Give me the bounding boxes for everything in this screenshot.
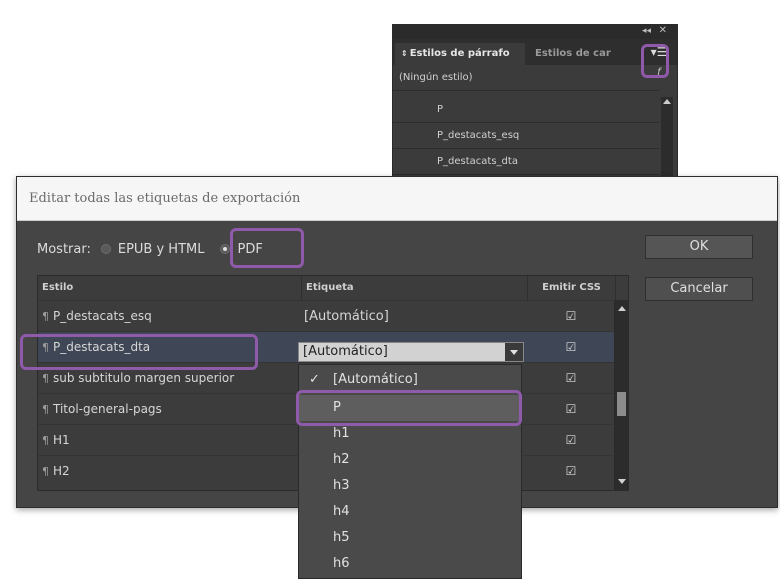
dropdown-option[interactable]: h5	[299, 525, 521, 551]
style-name: H1	[53, 433, 70, 447]
style-name: H2	[53, 464, 70, 478]
style-cell: ¶ H2	[38, 456, 70, 487]
tag-dropdown-menu: ✓ [Automático] P h1 h2 h3 h4 h5 h6	[298, 364, 522, 579]
close-icon[interactable]: ✕	[659, 25, 667, 36]
dropdown-option[interactable]: h2	[299, 447, 521, 473]
scroll-down-icon[interactable]	[618, 479, 626, 484]
style-name: P_destacats_esq	[53, 309, 152, 323]
panel-style-item[interactable]: P_destacats_dta	[393, 149, 659, 175]
dropdown-option-label: h3	[333, 478, 350, 493]
table-row[interactable]: ¶ P_destacats_esq [Automático] ☑	[38, 300, 616, 331]
column-header-style[interactable]: Estilo	[38, 276, 302, 300]
tag-cell[interactable]: [Automático]	[304, 301, 389, 332]
tab-sort-icon: ⇕	[401, 49, 408, 58]
style-name: P_destacats_dta	[53, 340, 151, 354]
panel-style-label: P_destacats_esq	[437, 130, 520, 141]
style-name: Titol-general-pags	[53, 402, 162, 416]
checkmark-icon: ✓	[309, 372, 320, 387]
cancel-button[interactable]: Cancelar	[645, 277, 753, 301]
show-label: Mostrar:	[37, 241, 91, 257]
style-cell: ¶ P_destacats_dta	[38, 332, 150, 363]
dialog-titlebar: Editar todas las etiquetas de exportació…	[17, 177, 777, 221]
panel-style-label: (Ningún estilo)	[399, 72, 473, 83]
scroll-up-icon[interactable]	[618, 306, 626, 311]
dropdown-option-label: h6	[333, 556, 350, 571]
style-name: sub subtitulo margen superior	[53, 371, 235, 385]
style-cell: ¶ H1	[38, 425, 70, 456]
dropdown-option-label: P	[333, 400, 341, 415]
paragraph-styles-panel: ◂◂ ✕ ⇕ Estilos de párrafo Estilos de car …	[392, 24, 678, 185]
paragraph-icon: ¶	[42, 465, 49, 478]
radio-epub-html[interactable]	[100, 244, 111, 254]
collapse-arrows-icon[interactable]: ◂◂	[642, 26, 651, 36]
panel-scrollbar[interactable]	[661, 97, 673, 185]
panel-style-label: P	[437, 104, 444, 115]
dropdown-option[interactable]: h4	[299, 499, 521, 525]
dropdown-option-highlighted[interactable]: P	[299, 395, 521, 421]
dropdown-option[interactable]: h6	[299, 551, 521, 577]
radio-epub-html-label[interactable]: EPUB y HTML	[118, 242, 205, 257]
dropdown-option[interactable]: h3	[299, 473, 521, 499]
show-options: Mostrar: EPUB y HTML PDF	[37, 237, 263, 261]
tab-paragraph-styles[interactable]: ⇕ Estilos de párrafo	[395, 43, 525, 65]
tag-select-value: [Automático]	[303, 344, 388, 359]
chevron-down-icon[interactable]	[505, 343, 523, 361]
dropdown-option-label: h4	[333, 504, 350, 519]
paragraph-icon: ¶	[42, 434, 49, 447]
emit-css-checkbox[interactable]: ☑	[564, 372, 578, 385]
panel-tabs: ⇕ Estilos de párrafo Estilos de car	[393, 39, 677, 65]
dropdown-option[interactable]: h1	[299, 421, 521, 447]
dropdown-option-label: h2	[333, 452, 350, 467]
panel-style-label: P_destacats_dta	[437, 156, 518, 167]
tab-character-styles[interactable]: Estilos de car	[529, 43, 633, 65]
scroll-thumb[interactable]	[617, 392, 626, 416]
dialog-title: Editar todas las etiquetas de exportació…	[29, 191, 301, 206]
style-cell: ¶ Titol-general-pags	[38, 394, 162, 425]
tab-paragraph-styles-label: Estilos de párrafo	[409, 48, 510, 59]
panel-style-item[interactable]: (Ningún estilo)	[393, 65, 659, 91]
style-cell: ¶ sub subtitulo margen superior	[38, 363, 234, 394]
panel-style-item[interactable]: P_destacats_esq	[393, 123, 659, 149]
radio-pdf-label[interactable]: PDF	[237, 242, 262, 257]
scroll-up-icon[interactable]	[663, 99, 671, 104]
emit-css-checkbox[interactable]: ☑	[564, 341, 578, 354]
style-cell: ¶ P_destacats_esq	[38, 301, 152, 332]
emit-css-checkbox[interactable]: ☑	[564, 310, 578, 323]
paragraph-icon: ¶	[42, 341, 49, 354]
tab-character-styles-label: Estilos de car	[535, 48, 611, 59]
ok-button[interactable]: OK	[645, 235, 753, 259]
paragraph-icon: ¶	[42, 310, 49, 323]
radio-pdf[interactable]	[220, 244, 231, 254]
dropdown-option-label: h1	[333, 426, 350, 441]
tag-select[interactable]: [Automático]	[298, 342, 524, 362]
panel-topbar: ◂◂ ✕	[393, 25, 677, 39]
panel-menu-icon[interactable]: ▾☰	[649, 45, 669, 59]
column-header-emit-css[interactable]: Emitir CSS	[528, 276, 616, 300]
paragraph-icon: ¶	[42, 372, 49, 385]
table-scrollbar[interactable]	[614, 300, 628, 490]
paragraph-icon: ¶	[42, 403, 49, 416]
emit-css-checkbox[interactable]: ☑	[564, 403, 578, 416]
column-header-tag[interactable]: Etiqueta	[302, 276, 528, 300]
dropdown-option-label: h5	[333, 530, 350, 545]
dropdown-option-label: [Automático]	[333, 372, 418, 387]
emit-css-checkbox[interactable]: ☑	[564, 465, 578, 478]
dropdown-option[interactable]: ✓ [Automático]	[299, 367, 521, 393]
emit-css-checkbox[interactable]: ☑	[564, 434, 578, 447]
panel-style-item[interactable]: P	[393, 97, 659, 123]
